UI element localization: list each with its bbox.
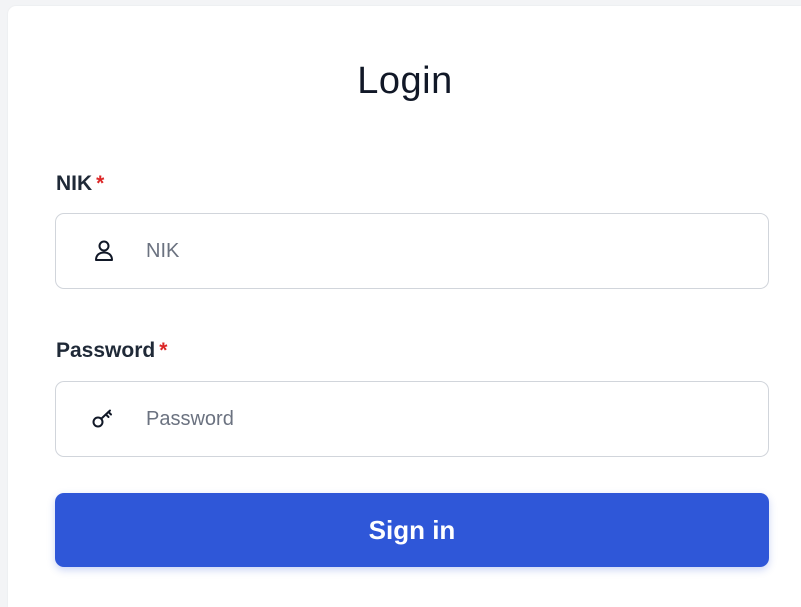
key-icon — [84, 404, 124, 434]
password-required-mark: * — [159, 339, 168, 362]
password-label: Password * — [56, 339, 167, 363]
nik-label-text: NIK — [56, 172, 93, 195]
nik-label: NIK * — [56, 172, 104, 196]
nik-required-mark: * — [96, 172, 105, 195]
login-card: Login NIK* Password* Sign in — [8, 6, 801, 607]
password-label-text: Password — [56, 339, 156, 362]
password-input[interactable] — [144, 398, 768, 440]
sign-in-button[interactable]: Sign in — [55, 493, 769, 567]
user-icon — [84, 236, 124, 266]
nik-field[interactable] — [55, 213, 769, 289]
password-field[interactable] — [55, 381, 769, 457]
nik-input[interactable] — [144, 230, 768, 272]
page-title: Login — [357, 60, 453, 102]
